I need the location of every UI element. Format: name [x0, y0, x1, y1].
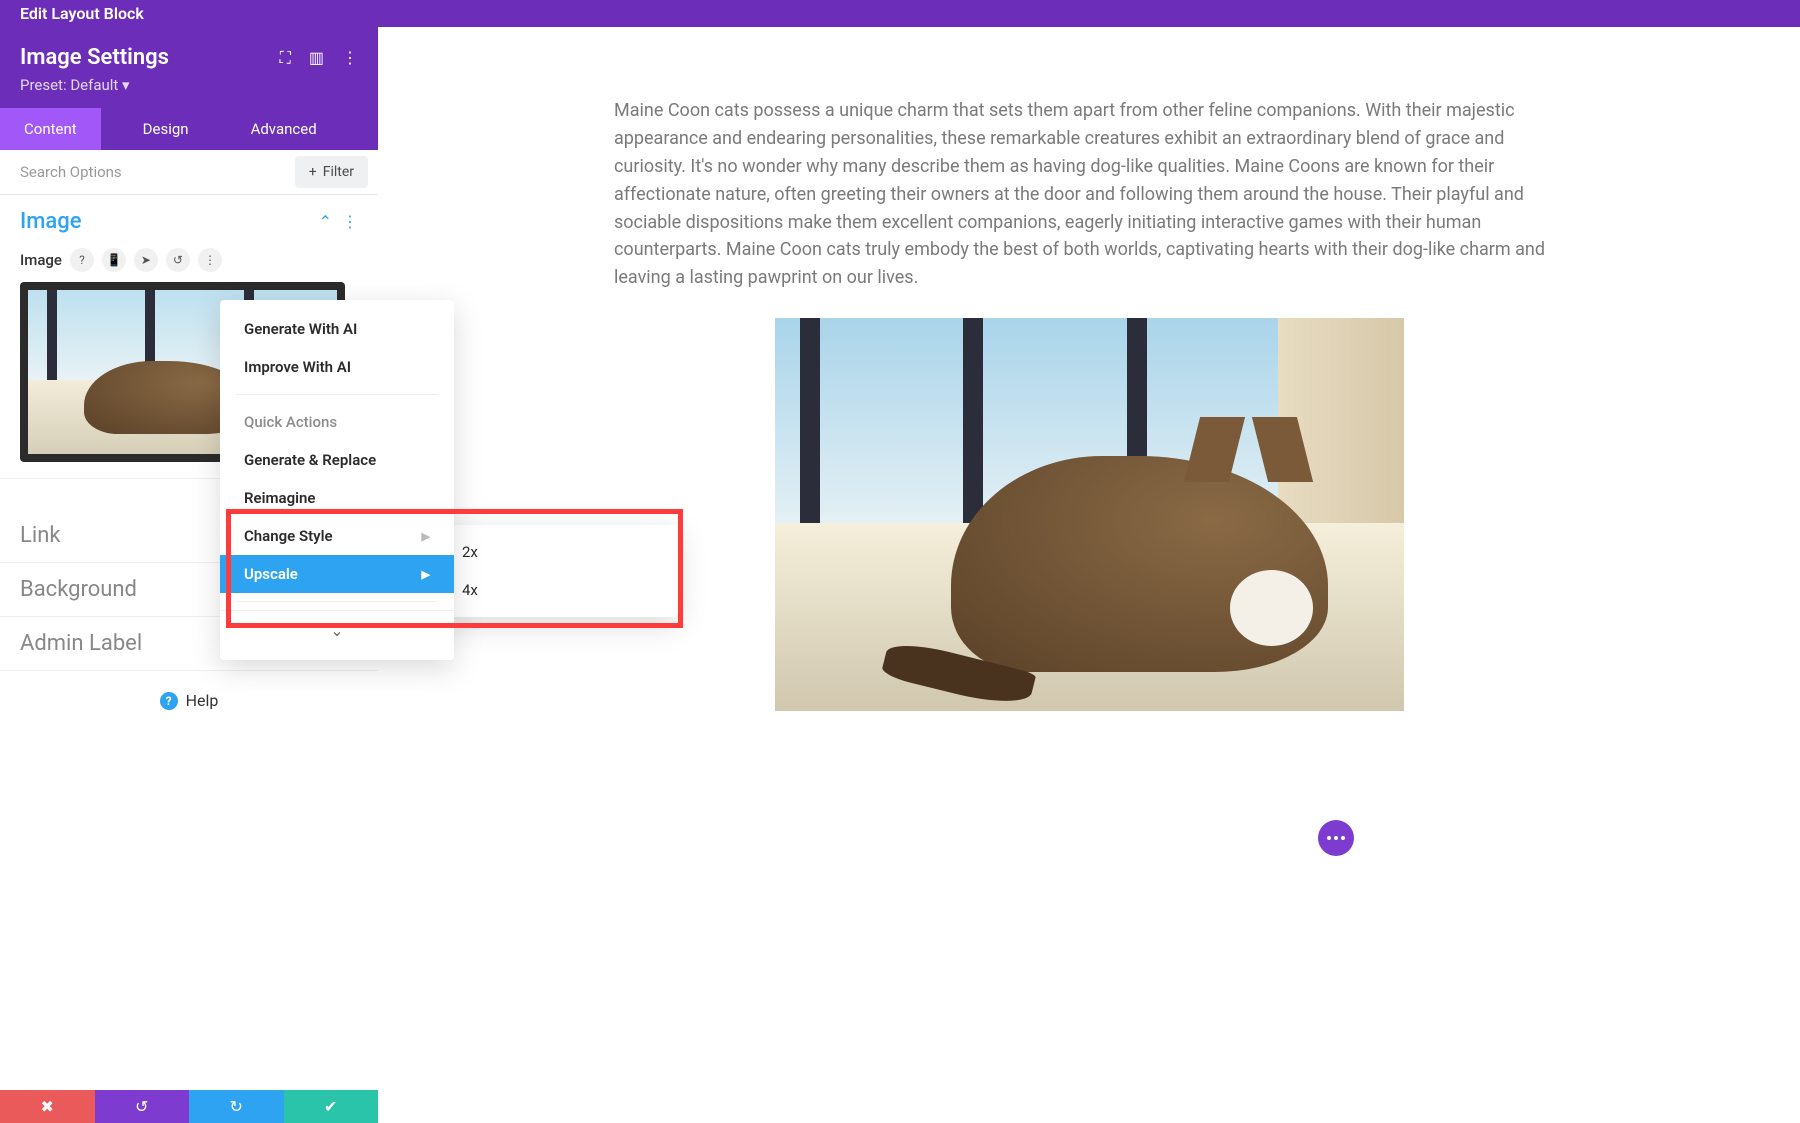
columns-icon[interactable]: ▥: [309, 48, 324, 67]
plus-icon: +: [309, 164, 317, 180]
menu-quick-actions-label: Quick Actions: [220, 403, 454, 441]
menu-change-style-label: Change Style: [244, 527, 333, 545]
cursor-icon[interactable]: ➤: [134, 248, 158, 272]
ai-dropdown: Generate With AI Improve With AI Quick A…: [220, 300, 454, 660]
divider: [236, 601, 438, 602]
more-icon[interactable]: ⋮: [198, 248, 222, 272]
help-row[interactable]: ? Help: [0, 671, 378, 730]
tabs: Content Design Advanced: [0, 108, 378, 150]
tab-content[interactable]: Content: [0, 108, 101, 150]
expand-more[interactable]: ⌄: [220, 610, 454, 650]
phone-icon[interactable]: 📱: [102, 248, 126, 272]
dot-icon: [1334, 836, 1338, 840]
menu-generate-replace[interactable]: Generate & Replace: [220, 441, 454, 479]
caret-right-icon: ▶: [422, 568, 430, 581]
preset-selector[interactable]: Preset: Default ▾: [20, 76, 358, 94]
content-cat-image: [775, 318, 1404, 711]
caret-right-icon: ▶: [422, 530, 430, 543]
menu-reimagine[interactable]: Reimagine: [220, 479, 454, 517]
undo-button[interactable]: ↺: [95, 1090, 190, 1123]
filter-button[interactable]: + Filter: [295, 156, 368, 188]
more-icon[interactable]: ⋮: [342, 212, 358, 231]
help-label: Help: [186, 691, 219, 710]
topbar-title: Edit Layout Block: [20, 4, 144, 23]
section-admin-label-title: Admin Label: [20, 631, 142, 656]
chevron-up-icon[interactable]: ⌃: [319, 212, 332, 231]
tab-design[interactable]: Design: [119, 108, 213, 150]
expand-icon[interactable]: ⛶: [280, 48, 291, 68]
submenu-4x[interactable]: 4x: [438, 571, 678, 609]
section-background-title: Background: [20, 577, 137, 602]
help-icon[interactable]: ?: [70, 248, 94, 272]
section-image-header[interactable]: Image ⌃ ⋮: [0, 195, 378, 248]
submenu-2x[interactable]: 2x: [438, 533, 678, 571]
image-field-label: Image: [20, 251, 62, 269]
content-paragraph: Maine Coon cats possess a unique charm t…: [614, 97, 1564, 292]
dot-icon: [1327, 836, 1331, 840]
redo-button[interactable]: ↻: [189, 1090, 284, 1123]
panel-title: Image Settings: [20, 45, 169, 70]
save-button[interactable]: ✔: [284, 1090, 379, 1123]
menu-change-style[interactable]: Change Style ▶: [220, 517, 454, 555]
help-badge-icon: ?: [160, 692, 178, 710]
dot-icon: [1341, 836, 1345, 840]
menu-improve-ai[interactable]: Improve With AI: [220, 348, 454, 386]
reset-icon[interactable]: ↺: [166, 248, 190, 272]
more-icon[interactable]: ⋮: [342, 48, 358, 67]
upscale-submenu: 2x 4x: [438, 525, 678, 617]
menu-generate-ai[interactable]: Generate With AI: [220, 310, 454, 348]
panel-header: Image Settings ⛶ ▥ ⋮ Preset: Default ▾: [0, 27, 378, 108]
tab-advanced[interactable]: Advanced: [227, 108, 341, 150]
menu-upscale[interactable]: Upscale ▶: [220, 555, 454, 593]
divider: [236, 394, 438, 395]
search-row: + Filter: [0, 150, 378, 195]
top-bar: Edit Layout Block: [0, 0, 1800, 27]
search-input[interactable]: [0, 151, 295, 193]
filter-label: Filter: [323, 164, 354, 180]
fab-more-button[interactable]: [1318, 820, 1354, 856]
bottom-bar: ✖ ↺ ↻ ✔: [0, 1090, 378, 1123]
section-link-title: Link: [20, 523, 61, 548]
section-image-title: Image: [20, 209, 82, 234]
menu-upscale-label: Upscale: [244, 565, 298, 583]
cancel-button[interactable]: ✖: [0, 1090, 95, 1123]
